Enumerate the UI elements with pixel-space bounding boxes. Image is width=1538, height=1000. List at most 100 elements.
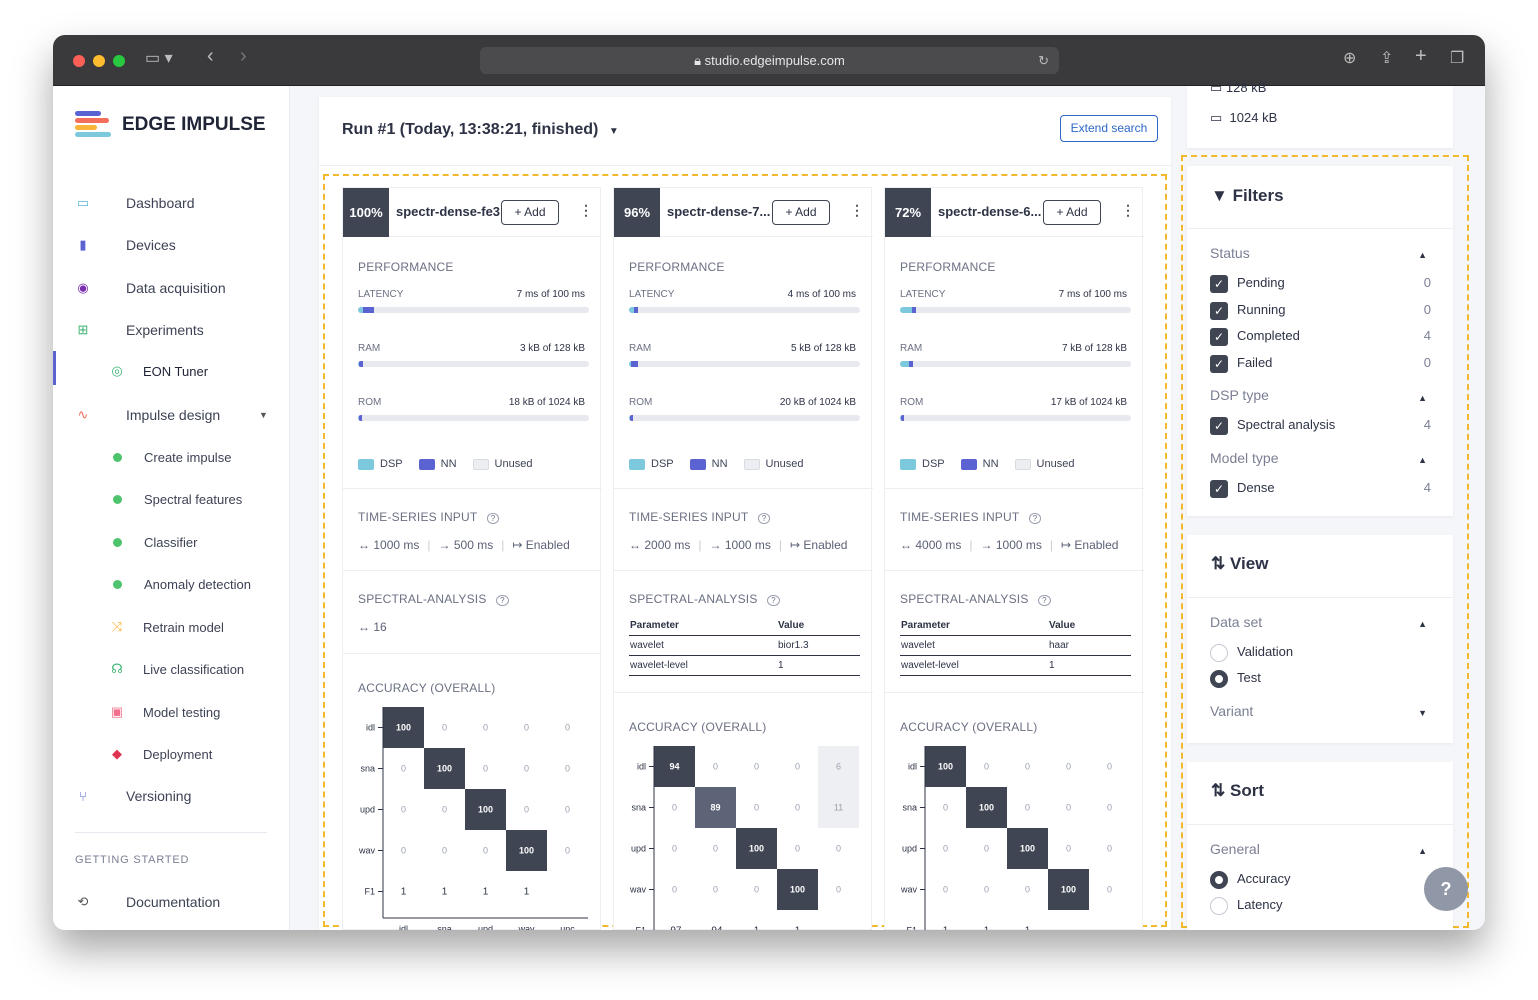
test-radio[interactable] (1210, 670, 1228, 688)
dense-checkbox[interactable]: ✓ (1210, 480, 1228, 498)
url-text: studio.edgeimpulse.com (704, 53, 845, 68)
chevron-up-icon[interactable]: ▲ (1418, 619, 1427, 629)
nav-deployment[interactable]: ◆ Deployment (109, 739, 212, 769)
nav-data-acquisition-label: Data acquisition (126, 280, 226, 296)
matrix-value: 1 (984, 926, 990, 931)
matrix-row-label: sna (360, 764, 375, 774)
filters-title: Filters (1232, 186, 1284, 205)
matrix-value: 0 (836, 844, 841, 854)
nav-classifier-label: Classifier (144, 534, 198, 550)
result-card[interactable]: 72% spectr-dense-6... + Add ⋮ PERFORMANCE LAT… (884, 187, 1144, 931)
extend-search-button[interactable]: Extend search (1060, 115, 1158, 142)
tabs-overview-icon[interactable]: ❐ (1450, 49, 1464, 69)
matrix-value: 6 (836, 762, 841, 772)
matrix-value: 100 (396, 723, 411, 733)
matrix-col-label: upd (478, 924, 493, 930)
chevron-up-icon[interactable]: ▲ (1418, 393, 1427, 403)
sort-panel: ⇅ Sort General ▲ Accuracy Latency (1187, 762, 1453, 930)
pending-count: 0 (1423, 275, 1431, 290)
download-icon[interactable]: ⊕ (1343, 49, 1356, 69)
nav-spectral-features[interactable]: Spectral features (113, 484, 242, 514)
nav-documentation[interactable]: ⟲ Documentation (75, 887, 221, 917)
confusion-matrix: 100 0 0 0 0 idl 0 100 0 0 0 sna 0 0 100 0 0 upd 0 0 0 100 0 wav… (900, 746, 1112, 931)
funnel-icon: ▼ (1211, 186, 1228, 205)
validation-radio[interactable] (1210, 644, 1228, 662)
matrix-value: 1 (943, 926, 949, 931)
result-card[interactable]: 96% spectr-dense-7... + Add ⋮ PERFORMANCE LAT… (613, 187, 873, 931)
forward-icon[interactable]: › (240, 46, 247, 66)
chevron-up-icon[interactable]: ▲ (1418, 250, 1427, 260)
data-set-category[interactable]: Data set (1210, 614, 1262, 630)
nav-create-impulse[interactable]: Create impulse (113, 442, 231, 472)
nav-devices[interactable]: ▮ Devices (75, 230, 175, 260)
nav-experiments[interactable]: ⊞ Experiments (75, 315, 204, 345)
sort-heading: ⇅ Sort (1211, 781, 1264, 801)
dense-label: Dense (1237, 480, 1275, 495)
help-button[interactable]: ? (1424, 867, 1468, 911)
model-type-category[interactable]: Model type (1210, 450, 1278, 466)
active-indicator (53, 351, 56, 385)
chevron-up-icon[interactable]: ▲ (1418, 846, 1427, 856)
sort-lines-icon: ⇅ (1211, 554, 1226, 573)
latency-radio[interactable] (1210, 897, 1228, 915)
chevron-up-icon[interactable]: ▲ (1418, 455, 1427, 465)
question-icon: ? (1440, 879, 1452, 899)
nav-live-classification[interactable]: ☊ Live classification (109, 654, 244, 684)
spectral-analysis-checkbox[interactable]: ✓ (1210, 417, 1228, 435)
matrix-value: 1 (795, 926, 801, 931)
failed-checkbox[interactable]: ✓ (1210, 355, 1228, 373)
completed-count: 4 (1423, 328, 1431, 343)
chip-icon: ▮ (79, 237, 87, 252)
matrix-value: 0 (565, 846, 570, 856)
matrix-value: 0 (483, 723, 488, 733)
chevron-down-icon[interactable]: ▼ (259, 410, 268, 420)
nav-dashboard[interactable]: ▭ Dashboard (75, 188, 195, 218)
run-selector[interactable]: Run #1 (Today, 13:38:21, finished) ▼ (342, 121, 619, 139)
reload-icon[interactable]: ↻ (1038, 47, 1049, 74)
matrix-value: 0 (524, 764, 529, 774)
matrix-row-label: upd (360, 805, 375, 815)
nav-classifier[interactable]: Classifier (113, 527, 197, 557)
matrix-col-label: idl (399, 924, 408, 930)
matrix-value: 0 (754, 885, 759, 895)
nav-versioning[interactable]: ⑂ Versioning (75, 781, 191, 811)
running-checkbox[interactable]: ✓ (1210, 302, 1228, 320)
minimize-window-icon[interactable] (93, 55, 105, 67)
matrix-value: 0 (713, 844, 718, 854)
new-tab-icon[interactable]: + (1415, 46, 1427, 66)
nav-model-testing[interactable]: ▣ Model testing (109, 697, 220, 727)
dsp-type-category[interactable]: DSP type (1210, 387, 1269, 403)
share-icon[interactable]: ⇪ (1380, 49, 1393, 69)
nav-anomaly-detection[interactable]: Anomaly detection (113, 569, 251, 599)
ram-summary: ▭ 128 kB (1210, 80, 1267, 95)
back-icon[interactable]: ‹ (207, 46, 214, 66)
chevron-down-icon[interactable]: ▼ (1418, 708, 1427, 718)
getting-started-heading: GETTING STARTED (75, 854, 190, 866)
result-card[interactable]: 100% spectr-dense-fe3 + Add ⋮ PERFORMANCE LAT… (342, 187, 602, 930)
tuner-icon: ◎ (111, 363, 123, 378)
maximize-window-icon[interactable] (113, 55, 125, 67)
status-category[interactable]: Status (1210, 245, 1250, 261)
matrix-value: 0 (524, 723, 529, 733)
variant-category[interactable]: Variant (1210, 703, 1253, 719)
brand-name: EDGE IMPULSE (122, 114, 266, 135)
matrix-value: 0 (442, 805, 447, 815)
general-category[interactable]: General (1210, 841, 1260, 857)
completed-label: Completed (1237, 328, 1300, 343)
sort-title: Sort (1229, 781, 1264, 800)
sidebar-toggle-icon[interactable]: ▭ ▾ (145, 49, 173, 69)
status-dot-icon (113, 452, 122, 462)
nav-data-acquisition[interactable]: ◉ Data acquisition (75, 273, 226, 303)
completed-checkbox[interactable]: ✓ (1210, 328, 1228, 346)
nav-eon-tuner-label: EON Tuner (143, 363, 209, 379)
pending-checkbox[interactable]: ✓ (1210, 275, 1228, 293)
close-window-icon[interactable] (73, 55, 85, 67)
nav-retrain-model[interactable]: ⤨ Retrain model (109, 612, 224, 642)
matrix-row-label: idl (637, 762, 646, 772)
accuracy-radio[interactable] (1210, 871, 1228, 889)
matrix-value: 100 (478, 805, 493, 815)
nav-eon-tuner[interactable]: ◎ EON Tuner (109, 356, 208, 386)
nav-impulse-design[interactable]: ∿ Impulse design ▼ (75, 400, 268, 430)
divider (1187, 597, 1453, 598)
address-bar[interactable]: 🔒︎ studio.edgeimpulse.com ↻ (480, 47, 1059, 74)
